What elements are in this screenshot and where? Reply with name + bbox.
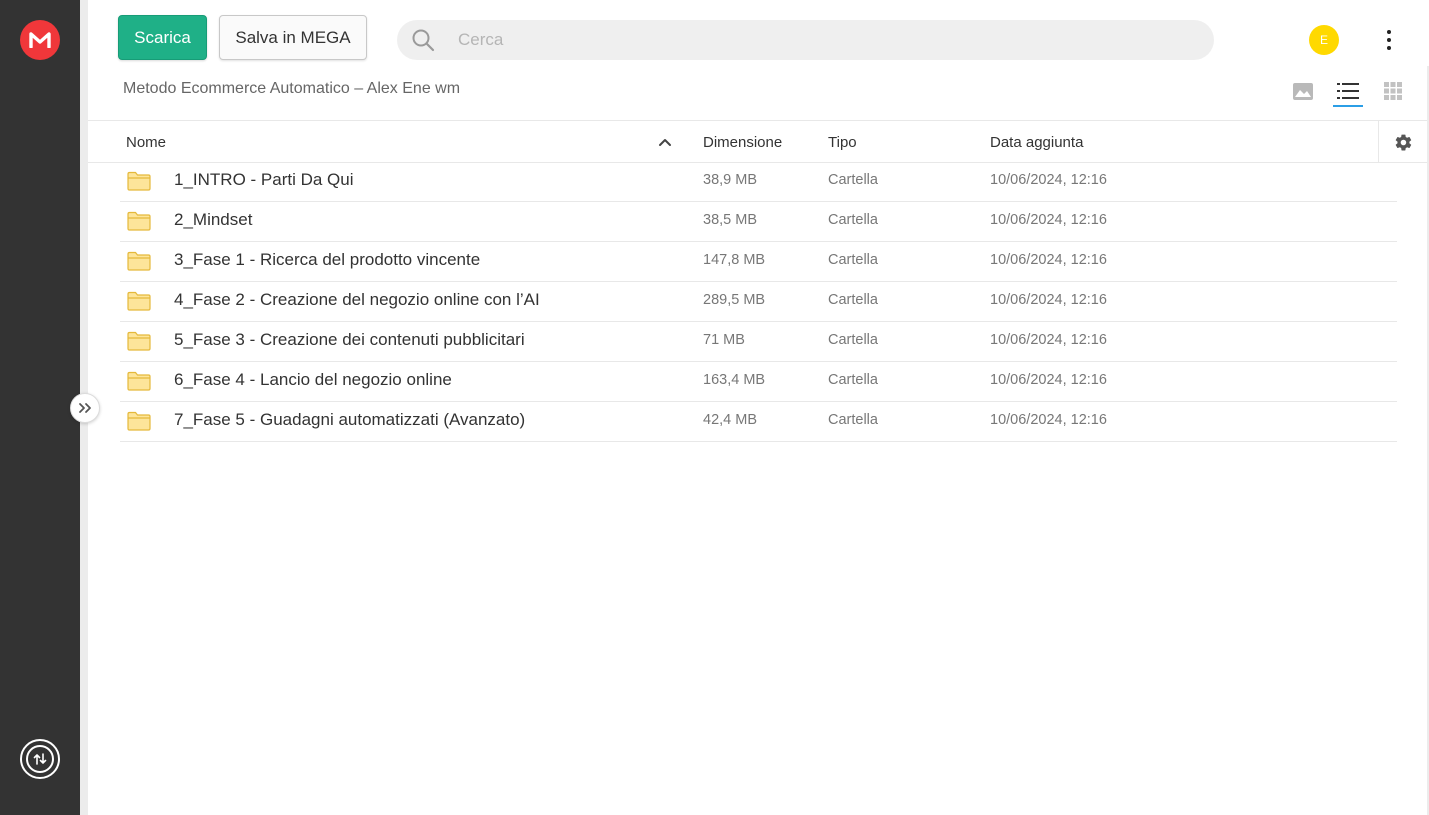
file-type: Cartella [828, 332, 878, 348]
table-row[interactable]: 2_Mindset 38,5 MB Cartella 10/06/2024, 1… [120, 202, 1397, 242]
file-name[interactable]: 7_Fase 5 - Guadagni automatizzati (Avanz… [174, 410, 525, 430]
file-size: 38,9 MB [703, 172, 757, 188]
file-date: 10/06/2024, 12:16 [990, 212, 1107, 228]
file-name[interactable]: 6_Fase 4 - Lancio del negozio online [174, 370, 452, 390]
folder-icon [127, 331, 151, 351]
gear-icon [1395, 134, 1411, 150]
table-row[interactable]: 7_Fase 5 - Guadagni automatizzati (Avanz… [120, 402, 1397, 442]
file-type: Cartella [828, 412, 878, 428]
file-name[interactable]: 5_Fase 3 - Creazione dei contenuti pubbl… [174, 330, 525, 350]
table-row[interactable]: 4_Fase 2 - Creazione del negozio online … [120, 282, 1397, 322]
file-name[interactable]: 1_INTRO - Parti Da Qui [174, 170, 354, 190]
thumbnail-view-icon[interactable] [1289, 76, 1317, 106]
transfer-icon[interactable] [20, 739, 60, 779]
file-size: 147,8 MB [703, 252, 766, 268]
table-row[interactable]: 6_Fase 4 - Lancio del negozio online 163… [120, 362, 1397, 402]
table-row[interactable]: 3_Fase 1 - Ricerca del prodotto vincente… [120, 242, 1397, 282]
column-settings[interactable] [1378, 121, 1427, 163]
save-to-mega-button[interactable]: Salva in MEGA [219, 15, 367, 60]
table-row[interactable]: 1_INTRO - Parti Da Qui 38,9 MB Cartella … [120, 162, 1397, 202]
mega-logo-icon[interactable] [20, 20, 60, 60]
search-input[interactable] [458, 30, 1158, 50]
file-date: 10/06/2024, 12:16 [990, 332, 1107, 348]
file-name[interactable]: 3_Fase 1 - Ricerca del prodotto vincente [174, 250, 480, 270]
search-icon [410, 27, 436, 53]
grid-view-icon[interactable] [1379, 76, 1407, 106]
file-size: 71 MB [703, 332, 745, 348]
column-header-date[interactable]: Data aggiunta [990, 134, 1083, 151]
file-size: 38,5 MB [703, 212, 757, 228]
list-view-icon[interactable] [1333, 76, 1363, 107]
file-size: 289,5 MB [703, 292, 766, 308]
download-button[interactable]: Scarica [118, 15, 207, 60]
mega-file-browser: Scarica Salva in MEGA E Metodo Ecommerce… [0, 0, 1429, 815]
avatar[interactable]: E [1309, 25, 1339, 55]
table-row[interactable]: 5_Fase 3 - Creazione dei contenuti pubbl… [120, 322, 1397, 362]
file-list: 1_INTRO - Parti Da Qui 38,9 MB Cartella … [120, 162, 1397, 442]
file-name[interactable]: 4_Fase 2 - Creazione del negozio online … [174, 290, 540, 310]
table-header: Nome Dimensione Tipo Data aggiunta [88, 120, 1427, 163]
column-header-name[interactable]: Nome [126, 134, 166, 151]
sort-ascending-icon[interactable] [658, 135, 672, 149]
column-header-type[interactable]: Tipo [828, 134, 857, 151]
column-header-size[interactable]: Dimensione [703, 134, 782, 151]
file-date: 10/06/2024, 12:16 [990, 292, 1107, 308]
file-type: Cartella [828, 252, 878, 268]
folder-icon [127, 211, 151, 231]
file-type: Cartella [828, 172, 878, 188]
file-date: 10/06/2024, 12:16 [990, 252, 1107, 268]
file-type: Cartella [828, 372, 878, 388]
folder-icon [127, 371, 151, 391]
file-type: Cartella [828, 212, 878, 228]
folder-icon [127, 171, 151, 191]
file-date: 10/06/2024, 12:16 [990, 172, 1107, 188]
file-type: Cartella [828, 292, 878, 308]
file-name[interactable]: 2_Mindset [174, 210, 252, 230]
expand-chevrons-icon[interactable] [70, 393, 100, 423]
file-date: 10/06/2024, 12:16 [990, 412, 1107, 428]
file-date: 10/06/2024, 12:16 [990, 372, 1107, 388]
folder-icon [127, 251, 151, 271]
left-sidebar [0, 0, 80, 815]
folder-icon [127, 411, 151, 431]
breadcrumb: Metodo Ecommerce Automatico – Alex Ene w… [123, 80, 461, 97]
folder-icon [127, 291, 151, 311]
file-size: 163,4 MB [703, 372, 766, 388]
file-size: 42,4 MB [703, 412, 757, 428]
kebab-menu-icon[interactable] [1379, 24, 1399, 56]
search-bar[interactable] [397, 20, 1214, 60]
